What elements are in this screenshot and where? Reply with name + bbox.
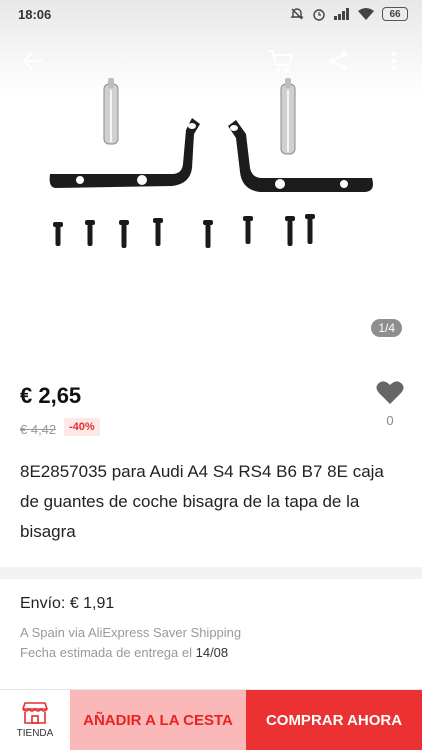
alarm-icon	[313, 9, 325, 21]
shipping-cost-line: Envío: € 1,91	[20, 595, 404, 613]
delivery-date-label: Fecha estimada de entrega el	[20, 645, 196, 660]
store-label: TIENDA	[16, 728, 54, 739]
signal-icon	[334, 8, 349, 20]
share-icon	[329, 51, 347, 71]
product-title: 8E2857035 para Audi A4 S4 RS4 B6 B7 8E c…	[20, 462, 384, 541]
delivery-date: 14/08	[195, 645, 229, 660]
shipping-method: A Spain via AliExpress Saver Shipping	[20, 625, 242, 640]
shipping-cost: € 1,91	[69, 595, 115, 612]
heart-icon	[376, 381, 404, 404]
shipping-section[interactable]: Envío: € 1,91 A Spain via AliExpress Sav…	[20, 595, 404, 663]
wifi-icon	[358, 8, 374, 20]
share-button[interactable]	[316, 38, 360, 84]
right-hinge	[228, 120, 373, 192]
cart-icon	[269, 50, 293, 72]
section-divider	[0, 567, 422, 579]
store-button[interactable]: TIENDA	[0, 690, 70, 750]
store-icon	[22, 702, 48, 724]
battery-indicator: 66	[382, 7, 408, 21]
mute-icon	[290, 8, 304, 20]
screws	[53, 214, 315, 248]
left-pin	[103, 78, 119, 145]
status-time: 18:06	[18, 6, 52, 22]
product-image	[49, 78, 373, 248]
bottom-action-bar: TIENDA AÑADIR A LA CESTA COMPRAR AHORA	[0, 689, 422, 750]
right-pin	[280, 78, 296, 155]
add-to-cart-button[interactable]: AÑADIR A LA CESTA	[70, 690, 246, 750]
status-icons: 66	[290, 7, 408, 21]
current-price: € 2,65	[20, 383, 82, 408]
wishlist-count: 0	[386, 413, 394, 428]
back-button[interactable]	[11, 38, 55, 84]
discount-badge: -40%	[64, 418, 100, 436]
image-page-indicator: 1/4	[371, 319, 402, 337]
cart-button[interactable]	[259, 38, 303, 84]
status-bar: 18:06 66	[0, 0, 422, 28]
left-hinge	[49, 118, 200, 188]
delivery-estimate: Fecha estimada de entrega el 14/08	[20, 643, 404, 663]
buy-now-button[interactable]: COMPRAR AHORA	[246, 690, 422, 750]
original-price: € 4,42	[20, 422, 57, 437]
back-arrow-icon	[22, 51, 44, 71]
price-section: € 2,65 € 4,42 -40% 0	[0, 365, 422, 445]
shipping-label: Envío:	[20, 595, 70, 612]
top-nav	[0, 38, 422, 84]
wishlist-button[interactable]: 0	[374, 380, 406, 436]
more-icon	[391, 51, 397, 71]
more-options-button[interactable]	[372, 38, 416, 84]
